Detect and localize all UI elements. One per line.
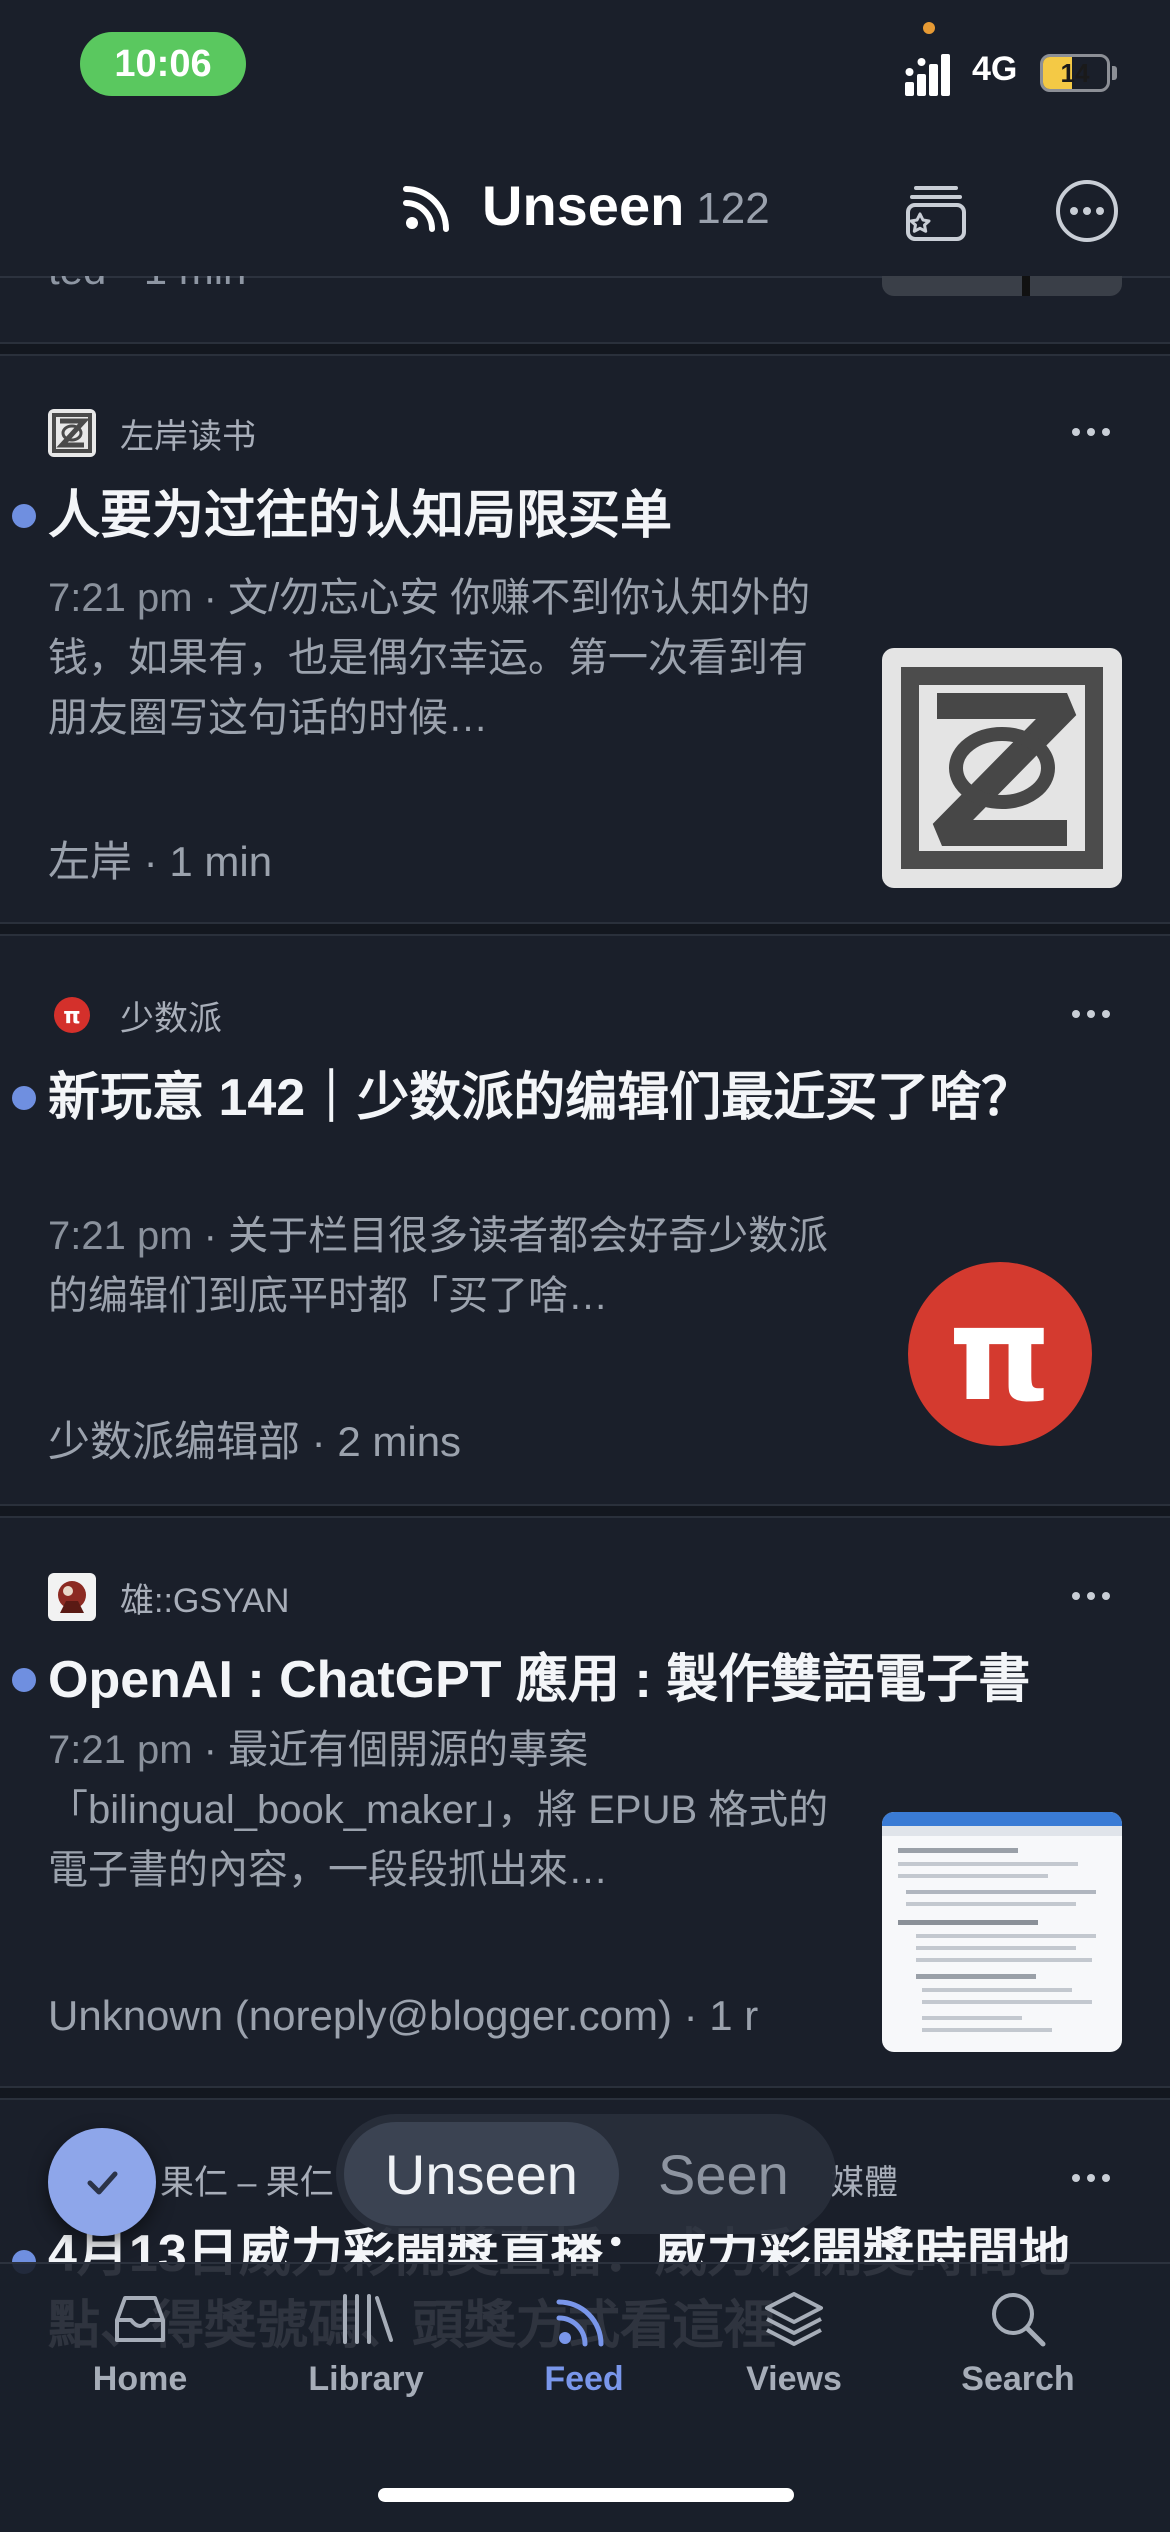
feed-title-button[interactable]: Unseen 122	[400, 170, 770, 240]
source-name: 果仁 – 果仁	[160, 2163, 334, 2202]
article-author: 少数派编辑部	[48, 1418, 301, 1465]
article-thumbnail	[882, 1812, 1122, 2052]
source-name: 雄::GSYAN	[120, 1581, 290, 1620]
article-summary: 7:21 pm · 关于栏目很多读者都会好奇少数派的编辑们到底平时都「买了啥…	[48, 1214, 829, 1318]
home-indicator	[378, 2488, 794, 2502]
article-summary: 7:21 pm · 文/勿忘心安 你赚不到你认知外的钱，如果有，也是偶尔幸运。第…	[48, 576, 811, 740]
source-name: 少数派	[120, 999, 222, 1038]
tab-label: Feed	[544, 2360, 624, 2398]
status-time: 10:06	[80, 32, 246, 96]
tab-feed[interactable]: Feed	[494, 2286, 674, 2399]
library-icon	[343, 2294, 393, 2344]
ellipsis-circle-icon[interactable]	[1054, 178, 1120, 244]
tab-views[interactable]: Views	[704, 2286, 884, 2399]
article-byline: 少数派编辑部 · 2 mins	[48, 1418, 462, 1465]
rss-icon	[556, 2299, 604, 2347]
article-read-time: 2 mins	[337, 1418, 462, 1465]
tab-label: Search	[961, 2360, 1075, 2398]
rss-icon	[403, 186, 449, 232]
unseen-seen-toggle[interactable]: Unseen Seen	[336, 2114, 836, 2234]
tab-home[interactable]: Home	[50, 2286, 230, 2399]
tab-label: Home	[92, 2360, 188, 2398]
tab-label: Library	[308, 2360, 424, 2398]
inbox-icon	[115, 2296, 165, 2342]
article-title: OpenAI : ChatGPT 應用 : 製作雙語電子書	[48, 1651, 1031, 1709]
article-title: 人要为过往的认知局限买单	[48, 487, 673, 545]
article-thumbnail: π	[882, 1230, 1122, 1470]
segment-seen[interactable]: Seen	[619, 2122, 828, 2226]
article-byline: 左岸 · 1 min	[48, 838, 273, 885]
sspai-pi-logo: π	[908, 1262, 1092, 1446]
article-author: Unknown (noreply@blogger.com)	[48, 1992, 672, 2039]
layers-icon	[765, 2292, 823, 2346]
privacy-indicator-dot	[923, 22, 935, 34]
item-divider	[0, 922, 1170, 936]
unread-indicator	[12, 1086, 36, 1110]
article-row[interactable]: 雄::GSYAN OpenAI : ChatGPT 應用 : 製作雙語電子書 7…	[0, 1572, 1170, 2082]
network-type: 4G	[972, 50, 1018, 88]
unread-indicator	[12, 1668, 36, 1692]
item-divider	[0, 2086, 1170, 2100]
battery-cap	[1112, 66, 1117, 80]
article-row[interactable]: 左岸读书 人要为过往的认知局限买单 7:21 pm · 文/勿忘心安 你赚不到你…	[0, 408, 1170, 918]
article-read-time: 1 min	[169, 838, 273, 885]
article-time: 7:21 pm	[48, 1728, 193, 1772]
cellular-signal-icon	[905, 54, 950, 96]
article-author: 左岸	[48, 838, 133, 885]
source-name: 左岸读书	[120, 417, 256, 456]
gsyan-avatar-icon	[48, 1573, 96, 1621]
page-title: Unseen	[482, 173, 685, 237]
more-options-icon[interactable]	[1066, 1576, 1116, 1616]
article-read-time: 1 r	[709, 1992, 759, 2039]
svg-text:π: π	[63, 1004, 80, 1029]
unseen-count: 122	[696, 184, 770, 233]
tab-library[interactable]: Library	[276, 2286, 456, 2399]
search-icon	[992, 2293, 1046, 2347]
rack-star-icon[interactable]	[902, 178, 968, 244]
article-time: 7:21 pm	[48, 576, 193, 620]
previous-item-byline: ted · 1 min	[48, 276, 246, 294]
tab-search[interactable]: Search	[928, 2286, 1108, 2399]
source-name-tail: 媒體	[830, 2163, 898, 2202]
more-options-icon[interactable]	[1066, 2158, 1116, 2198]
article-time: 7:21 pm	[48, 1214, 193, 1258]
unread-indicator	[12, 504, 36, 528]
battery-level: 14	[1060, 57, 1090, 88]
tab-label: Views	[746, 2360, 842, 2398]
article-byline: Unknown (noreply@blogger.com) · 1 r	[48, 1992, 759, 2039]
previous-item-thumbnail	[882, 276, 1122, 296]
item-divider	[0, 342, 1170, 356]
article-title: 新玩意 142｜少数派的编辑们最近买了啥？	[48, 1069, 1034, 1127]
article-row[interactable]: π 少数派 新玩意 142｜少数派的编辑们最近买了啥？ 7:21 pm · 关于…	[0, 990, 1170, 1500]
checkmark-icon	[87, 2171, 118, 2195]
battery-icon: 14	[1040, 54, 1110, 92]
segment-unseen[interactable]: Unseen	[344, 2122, 619, 2226]
sspai-logo-icon: π	[54, 997, 90, 1033]
article-summary: 7:21 pm · 最近有個開源的專案「bilingual_book_maker…	[48, 1728, 829, 1892]
item-divider	[0, 1504, 1170, 1518]
article-thumbnail	[882, 648, 1122, 888]
mark-all-read-button[interactable]	[48, 2128, 156, 2236]
zuoan-logo-icon	[48, 409, 96, 457]
status-bar: 10:06 4G 14	[0, 0, 1170, 130]
more-options-icon[interactable]	[1066, 412, 1116, 452]
more-options-icon[interactable]	[1066, 994, 1116, 1034]
nav-header: Unseen 122	[0, 130, 1170, 276]
